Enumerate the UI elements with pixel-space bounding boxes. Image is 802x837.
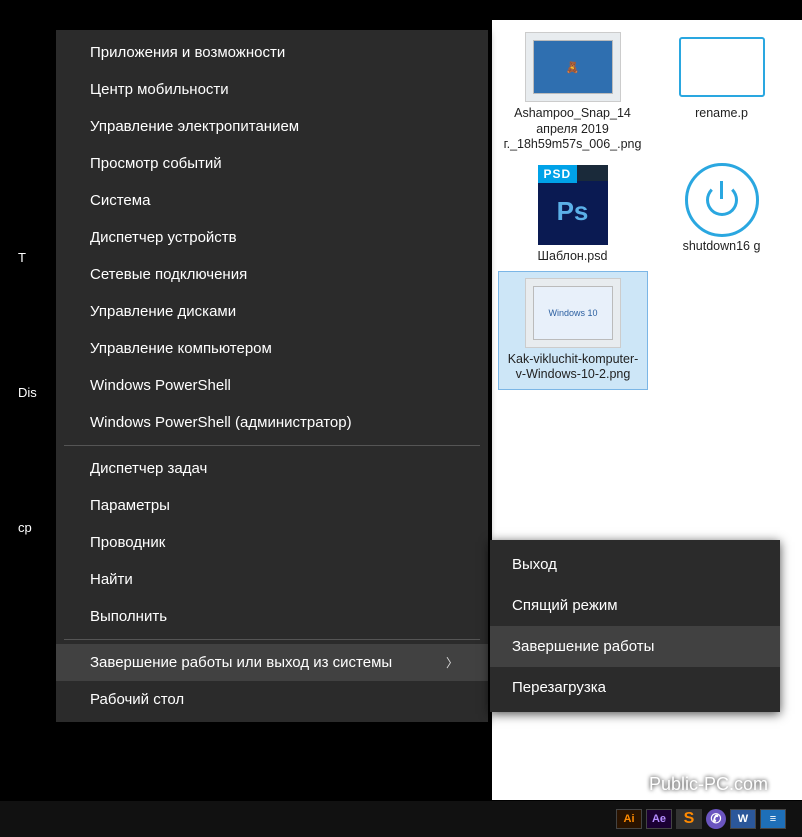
file-name: shutdown16 g bbox=[681, 239, 763, 255]
file-item[interactable]: PSD Ps Шаблон.psd bbox=[498, 159, 647, 271]
taskbar-aftereffects-icon[interactable]: Ae bbox=[646, 809, 672, 829]
taskbar-illustrator-icon[interactable]: Ai bbox=[616, 809, 642, 829]
desktop-left-labels: T Dis ср bbox=[18, 250, 37, 655]
psd-badge: PSD bbox=[538, 165, 578, 183]
image-thumbnail-icon: 🧸 bbox=[525, 32, 621, 102]
taskbar-word-icon[interactable]: W bbox=[730, 809, 756, 829]
taskbar-app-icon[interactable]: ≡ bbox=[760, 809, 786, 829]
menu-item-system[interactable]: Система bbox=[56, 182, 488, 219]
menu-item-powershell-admin[interactable]: Windows PowerShell (администратор) bbox=[56, 404, 488, 441]
file-name: rename.p bbox=[693, 106, 750, 122]
desktop-label: T bbox=[18, 250, 37, 265]
winx-menu: Приложения и возможности Центр мобильнос… bbox=[56, 30, 488, 722]
menu-item-powershell[interactable]: Windows PowerShell bbox=[56, 367, 488, 404]
menu-item-mobility-center[interactable]: Центр мобильности bbox=[56, 71, 488, 108]
menu-item-network-connections[interactable]: Сетевые подключения bbox=[56, 256, 488, 293]
shutdown-submenu: Выход Спящий режим Завершение работы Пер… bbox=[490, 540, 780, 712]
psd-file-icon: PSD Ps bbox=[538, 165, 608, 245]
menu-separator bbox=[64, 445, 480, 446]
submenu-item-signout[interactable]: Выход bbox=[490, 544, 780, 585]
menu-item-event-viewer[interactable]: Просмотр событий bbox=[56, 145, 488, 182]
menu-item-computer-management[interactable]: Управление компьютером bbox=[56, 330, 488, 367]
power-icon bbox=[674, 165, 770, 235]
desktop-label: Dis bbox=[18, 385, 37, 400]
taskbar: Ai Ae S ✆ W ≡ bbox=[0, 801, 802, 837]
submenu-item-restart[interactable]: Перезагрузка bbox=[490, 667, 780, 708]
menu-item-run[interactable]: Выполнить bbox=[56, 598, 488, 635]
watermark-text: Public-PC.com bbox=[649, 774, 768, 795]
taskbar-sublime-icon[interactable]: S bbox=[676, 809, 702, 829]
file-item[interactable]: 🧸 Ashampoo_Snap_14 апреля 2019 г._18h59m… bbox=[498, 26, 647, 159]
menu-item-apps-features[interactable]: Приложения и возможности bbox=[56, 34, 488, 71]
menu-item-search[interactable]: Найти bbox=[56, 561, 488, 598]
image-thumbnail-icon bbox=[674, 32, 770, 102]
menu-item-task-manager[interactable]: Диспетчер задач bbox=[56, 450, 488, 487]
file-item[interactable]: rename.p bbox=[647, 26, 796, 159]
file-name: Шаблон.psd bbox=[536, 249, 610, 265]
menu-item-device-manager[interactable]: Диспетчер устройств bbox=[56, 219, 488, 256]
taskbar-viber-icon[interactable]: ✆ bbox=[706, 809, 726, 829]
menu-item-settings[interactable]: Параметры bbox=[56, 487, 488, 524]
image-thumbnail-icon: Windows 10 bbox=[525, 278, 621, 348]
file-item[interactable]: shutdown16 g bbox=[647, 159, 796, 271]
menu-separator bbox=[64, 639, 480, 640]
menu-item-power-options[interactable]: Управление электропитанием bbox=[56, 108, 488, 145]
file-item-selected[interactable]: Windows 10 Kak-vikluchit-komputer-v-Wind… bbox=[498, 271, 648, 390]
submenu-item-shutdown[interactable]: Завершение работы bbox=[490, 626, 780, 667]
file-name: Kak-vikluchit-komputer-v-Windows-10-2.pn… bbox=[501, 352, 645, 383]
chevron-right-icon: 〉 bbox=[446, 654, 458, 671]
menu-item-disk-management[interactable]: Управление дисками bbox=[56, 293, 488, 330]
desktop-label: ср bbox=[18, 520, 37, 535]
menu-item-shutdown-or-signout[interactable]: Завершение работы или выход из системы 〉 bbox=[56, 644, 488, 681]
menu-item-desktop[interactable]: Рабочий стол bbox=[56, 681, 488, 718]
menu-item-explorer[interactable]: Проводник bbox=[56, 524, 488, 561]
submenu-item-sleep[interactable]: Спящий режим bbox=[490, 585, 780, 626]
file-name: Ashampoo_Snap_14 апреля 2019 г._18h59m57… bbox=[500, 106, 645, 153]
